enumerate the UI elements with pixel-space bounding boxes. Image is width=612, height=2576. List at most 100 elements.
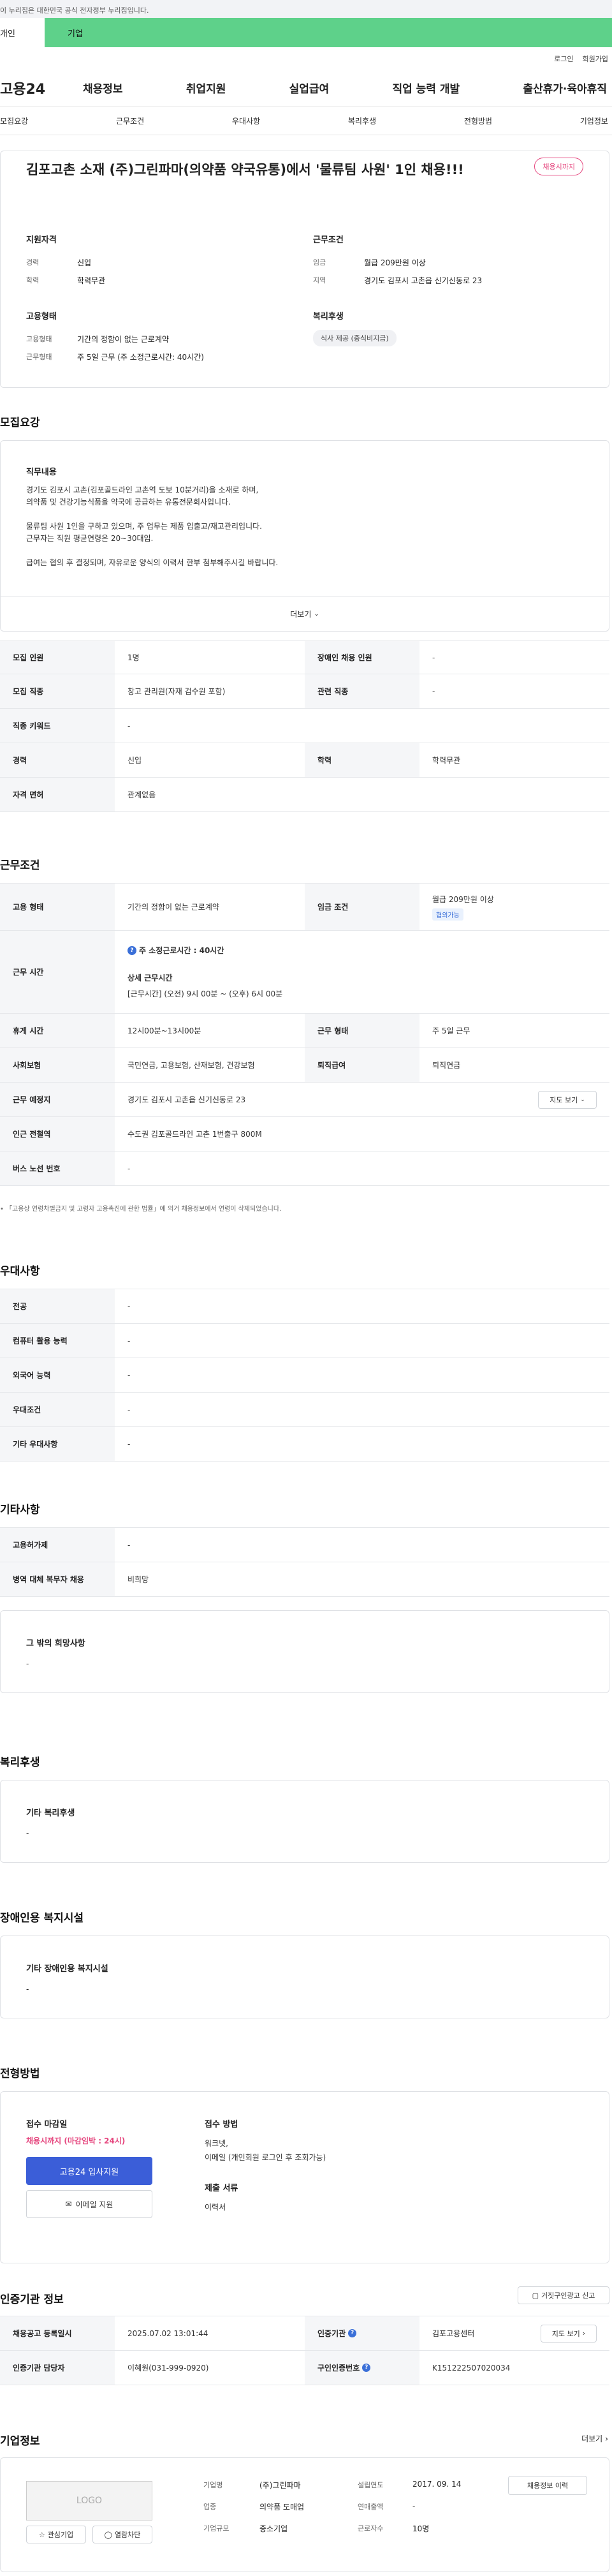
benefit-box-value: -: [26, 1829, 29, 1838]
qual-title: 지원자격: [26, 235, 57, 245]
table-value: 창고 관리원(자재 검수원 포함): [127, 687, 226, 696]
disabled-box: 기타 장애인용 복지시설 -: [0, 1936, 609, 2018]
table-row: 경력 신입 학력 학력무관: [0, 743, 609, 778]
table-label: 근무 예정지: [0, 1083, 115, 1116]
table-row: 근무 예정지 경기도 김포시 고촌읍 신기신동로 23 지도 보기 ⌄: [0, 1083, 609, 1117]
table-row: 직종 키워드 -: [0, 709, 609, 743]
job-history-button[interactable]: 채용정보 이력: [508, 2476, 587, 2495]
company-card: LOGO ☆ 관심기업 ◯ 열람차단 기업명 (주)그린파마 설립연도 2017. …: [0, 2457, 609, 2572]
table-label-cert-org: 인증기관?: [305, 2316, 419, 2350]
table-row: 모집 직종 창고 관리원(자재 검수원 포함) 관련 직종 -: [0, 674, 609, 709]
benefit-box: 기타 복리후생 -: [0, 1780, 609, 1863]
tab-personal[interactable]: 개인: [0, 18, 45, 47]
gnb-item-jobs[interactable]: 채용정보: [83, 80, 123, 96]
cond-region-value: 경기도 김포시 고촌읍 신기신동로 23: [364, 276, 483, 285]
gnb-item-parental-leave[interactable]: 출산휴가·육아휴직: [523, 80, 607, 96]
more-button[interactable]: 더보기 ⌄: [1, 596, 609, 631]
table-value: 수도권 김포골드라인 고촌 1번출구 800M: [127, 1130, 262, 1139]
map-button[interactable]: 지도 보기 ⌄: [538, 1090, 597, 1109]
cert-org-value: 김포고용센터: [432, 2329, 475, 2338]
company-info-label: 기업규모: [203, 2524, 229, 2533]
company-info-label: 근로자수: [358, 2524, 384, 2533]
deadline-badge: 채용시까지: [534, 158, 583, 175]
table-value: K151222507020034: [432, 2363, 511, 2372]
work-table: 고용 형태 기간의 정함이 없는 근로계약 임금 조건 월급 209만원 이상 …: [0, 883, 609, 1186]
company-more-label: 더보기: [581, 2434, 603, 2443]
info-icon[interactable]: ?: [127, 945, 136, 955]
subnav-benefit[interactable]: 복리후생: [348, 115, 376, 126]
hours-detail-title: 상세 근무시간: [127, 973, 173, 982]
favorite-company-button[interactable]: ☆ 관심기업: [26, 2526, 86, 2543]
table-value: 퇴직연금: [432, 1061, 461, 1070]
email-apply-label: 이메일 지원: [75, 2200, 113, 2209]
site-logo[interactable]: 고용24: [0, 78, 83, 98]
report-icon: ▢: [532, 2291, 539, 2300]
gnb-item-unemployment-benefit[interactable]: 실업급여: [289, 80, 330, 96]
table-row: 우대조건 -: [0, 1393, 609, 1427]
gnb-item-employment-support[interactable]: 취업지원: [186, 80, 226, 96]
job-desc-title: 직무내용: [26, 468, 57, 477]
table-row: 고용허가제 -: [0, 1528, 609, 1562]
recruit-section-title: 모집요강: [0, 417, 40, 429]
table-value: -: [127, 1540, 131, 1550]
qual-edu-value: 학력무관: [77, 276, 106, 285]
email-apply-button[interactable]: ✉ 이메일 지원: [26, 2190, 152, 2218]
company-info-value: 의약품 도매업: [259, 2503, 305, 2512]
table-row: 인증기관 담당자 이혜원(031-999-0920) 구인인증번호? K1512…: [0, 2351, 609, 2385]
company-section-title: 기업정보: [0, 2435, 40, 2448]
report-ad-button[interactable]: ▢ 거짓구인광고 신고: [518, 2286, 609, 2304]
cert-section-title: 인증기관 정보: [0, 2293, 64, 2306]
table-value: -: [127, 1301, 131, 1311]
table-label: 학력: [305, 743, 419, 777]
info-icon[interactable]: ?: [362, 2364, 371, 2372]
table-label: 고용 형태: [0, 884, 115, 930]
deadline-title: 접수 마감일: [26, 2120, 68, 2129]
table-label: 우대조건: [0, 1393, 115, 1426]
table-label-cert-num: 구인인증번호?: [305, 2351, 419, 2385]
subnav-recruit[interactable]: 모집요강: [0, 115, 28, 126]
job-desc-line: 물류팀 사원 1인을 구하고 있으며, 주 업무는 제품 입출고/재고관리입니다…: [26, 522, 262, 531]
login-link[interactable]: 로그인: [554, 54, 573, 69]
apply-button[interactable]: 고용24 입사지원: [26, 2157, 152, 2185]
subnav-select[interactable]: 전형방법: [464, 115, 492, 126]
subnav-work[interactable]: 근무조건: [116, 115, 144, 126]
subnav-company[interactable]: 기업정보: [580, 115, 608, 126]
place-cell: 경기도 김포시 고촌읍 신기신동로 23 지도 보기 ⌄: [115, 1083, 609, 1116]
company-info-value: (주)그린파마: [259, 2481, 301, 2490]
company-info-label: 연매출액: [358, 2503, 384, 2511]
docs-title: 제출 서류: [205, 2184, 238, 2193]
table-value: -: [127, 1336, 131, 1345]
welfare-title: 복리후생: [313, 312, 344, 322]
table-value: 이혜원(031-999-0920): [127, 2364, 209, 2372]
subnav-pref[interactable]: 우대사항: [232, 115, 260, 126]
job-description-card: 직무내용 경기도 김포시 고촌(김포골드라인 고촌역 도보 10분거리)을 소재…: [0, 440, 609, 632]
table-label: 인근 전철역: [0, 1117, 115, 1151]
join-link[interactable]: 회원가입: [583, 54, 608, 69]
cert-table: 채용공고 등록일시 2025.07.02 13:01:44 인증기관? 김포고용…: [0, 2316, 609, 2385]
company-info-value: 중소기업: [259, 2524, 288, 2533]
company-more-link[interactable]: 더보기 ›: [581, 2433, 608, 2444]
wage-value: 월급 209만원 이상: [432, 894, 494, 904]
hope-value: -: [26, 1659, 29, 1668]
table-label: 퇴직급여: [305, 1048, 419, 1082]
table-value: 국민연금, 고용보험, 산재보험, 건강보험: [127, 1061, 255, 1070]
qual-career-value: 신입: [77, 258, 92, 267]
method-line: 이메일 (개인회원 로그인 후 조회가능): [205, 2153, 326, 2162]
job-desc-line: 급여는 협의 후 결정되며, 자유로운 양식의 이력서 한부 첨부해주시길 바랍…: [26, 558, 279, 567]
job-desc-spacer: [26, 508, 278, 521]
cert-map-button[interactable]: 지도 보기 ›: [541, 2324, 597, 2343]
job-desc-line: 경기도 김포시 고촌(김포골드라인 고촌역 도보 10분거리)을 소재로 하며,: [26, 485, 259, 494]
table-row: 휴게 시간 12시00분~13시00분 근무 형태 주 5일 근무: [0, 1014, 609, 1048]
company-info-label: 기업명: [203, 2481, 223, 2489]
cond-region-label: 지역: [313, 276, 326, 285]
cert-org-label: 인증기관: [317, 2329, 346, 2338]
block-company-button[interactable]: ◯ 열람차단: [92, 2526, 152, 2543]
table-row: 버스 노선 번호 -: [0, 1151, 609, 1186]
table-value: 관계없음: [127, 790, 156, 799]
utility-links: 로그인 회원가입: [0, 47, 612, 69]
gnb-item-training[interactable]: 직업 능력 개발: [392, 80, 460, 96]
section-subnav: 모집요강 근무조건 우대사항 복리후생 전형방법 기업정보: [0, 107, 612, 135]
tab-corporate[interactable]: 기업: [45, 18, 612, 47]
table-label: 컴퓨터 활용 능력: [0, 1324, 115, 1358]
info-icon[interactable]: ?: [348, 2329, 357, 2337]
